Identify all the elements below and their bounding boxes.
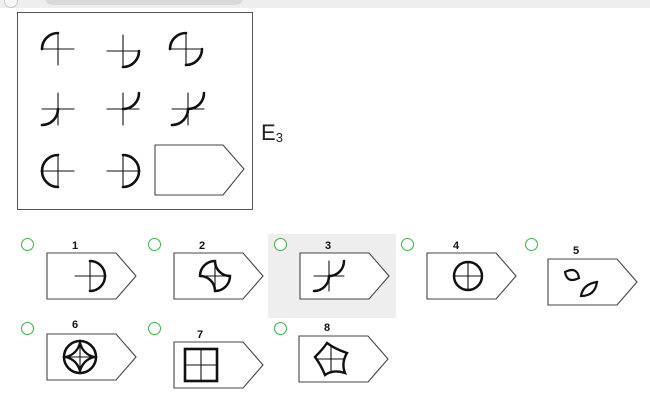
puzzle-code: E3 bbox=[261, 120, 283, 146]
option-2-card[interactable] bbox=[173, 252, 265, 300]
option-2-number: 2 bbox=[198, 240, 206, 252]
toolbar-tab[interactable] bbox=[44, 0, 244, 5]
puzzle-code-letter: E bbox=[261, 120, 276, 145]
option-4-figure bbox=[426, 252, 517, 300]
option-4-radio[interactable] bbox=[401, 238, 414, 251]
matrix-cell-1-2 bbox=[106, 34, 141, 69]
matrix-cell-1-3 bbox=[168, 31, 204, 67]
option-6-number: 6 bbox=[71, 319, 79, 331]
option-7-figure bbox=[173, 341, 264, 389]
option-7-number: 7 bbox=[196, 329, 204, 341]
matrix-cell-2-1 bbox=[40, 92, 75, 127]
option-1-card[interactable] bbox=[46, 252, 138, 300]
option-7-radio[interactable] bbox=[148, 322, 161, 335]
option-8-card[interactable] bbox=[298, 335, 390, 383]
matrix-figures bbox=[40, 31, 245, 196]
option-4-card[interactable] bbox=[426, 252, 518, 300]
toolbar-button[interactable] bbox=[4, 0, 18, 8]
option-5-figure bbox=[547, 258, 638, 306]
top-toolbar bbox=[0, 0, 650, 8]
option-8-radio[interactable] bbox=[274, 322, 287, 335]
option-3-number: 3 bbox=[324, 240, 332, 252]
option-8-number: 8 bbox=[323, 322, 331, 334]
option-5-card[interactable] bbox=[547, 258, 639, 306]
matrix-cell-2-2 bbox=[106, 91, 141, 126]
matrix-cell-3-2 bbox=[106, 153, 141, 189]
option-3-card[interactable] bbox=[299, 252, 391, 300]
option-3-figure bbox=[299, 252, 390, 300]
matrix-cell-1-1 bbox=[40, 31, 75, 66]
option-1-number: 1 bbox=[71, 240, 79, 252]
option-6-radio[interactable] bbox=[21, 322, 34, 335]
option-6-figure bbox=[46, 333, 137, 381]
matrix-cell-2-3 bbox=[170, 91, 206, 127]
option-4-number: 4 bbox=[452, 240, 460, 252]
puzzle-code-number: 3 bbox=[275, 130, 283, 145]
option-2-figure bbox=[173, 252, 264, 300]
option-1-figure bbox=[46, 252, 137, 300]
matrix-cell-3-1 bbox=[40, 153, 75, 189]
option-2-radio[interactable] bbox=[148, 238, 161, 251]
option-6-card[interactable] bbox=[46, 333, 138, 381]
option-8-figure bbox=[298, 335, 389, 383]
answer-slot bbox=[154, 144, 245, 196]
option-1-radio[interactable] bbox=[21, 238, 34, 251]
option-3-radio[interactable] bbox=[274, 238, 287, 251]
option-5-radio[interactable] bbox=[525, 238, 538, 251]
option-7-card[interactable] bbox=[173, 341, 265, 389]
puzzle-matrix bbox=[17, 12, 253, 210]
option-5-number: 5 bbox=[572, 245, 580, 257]
